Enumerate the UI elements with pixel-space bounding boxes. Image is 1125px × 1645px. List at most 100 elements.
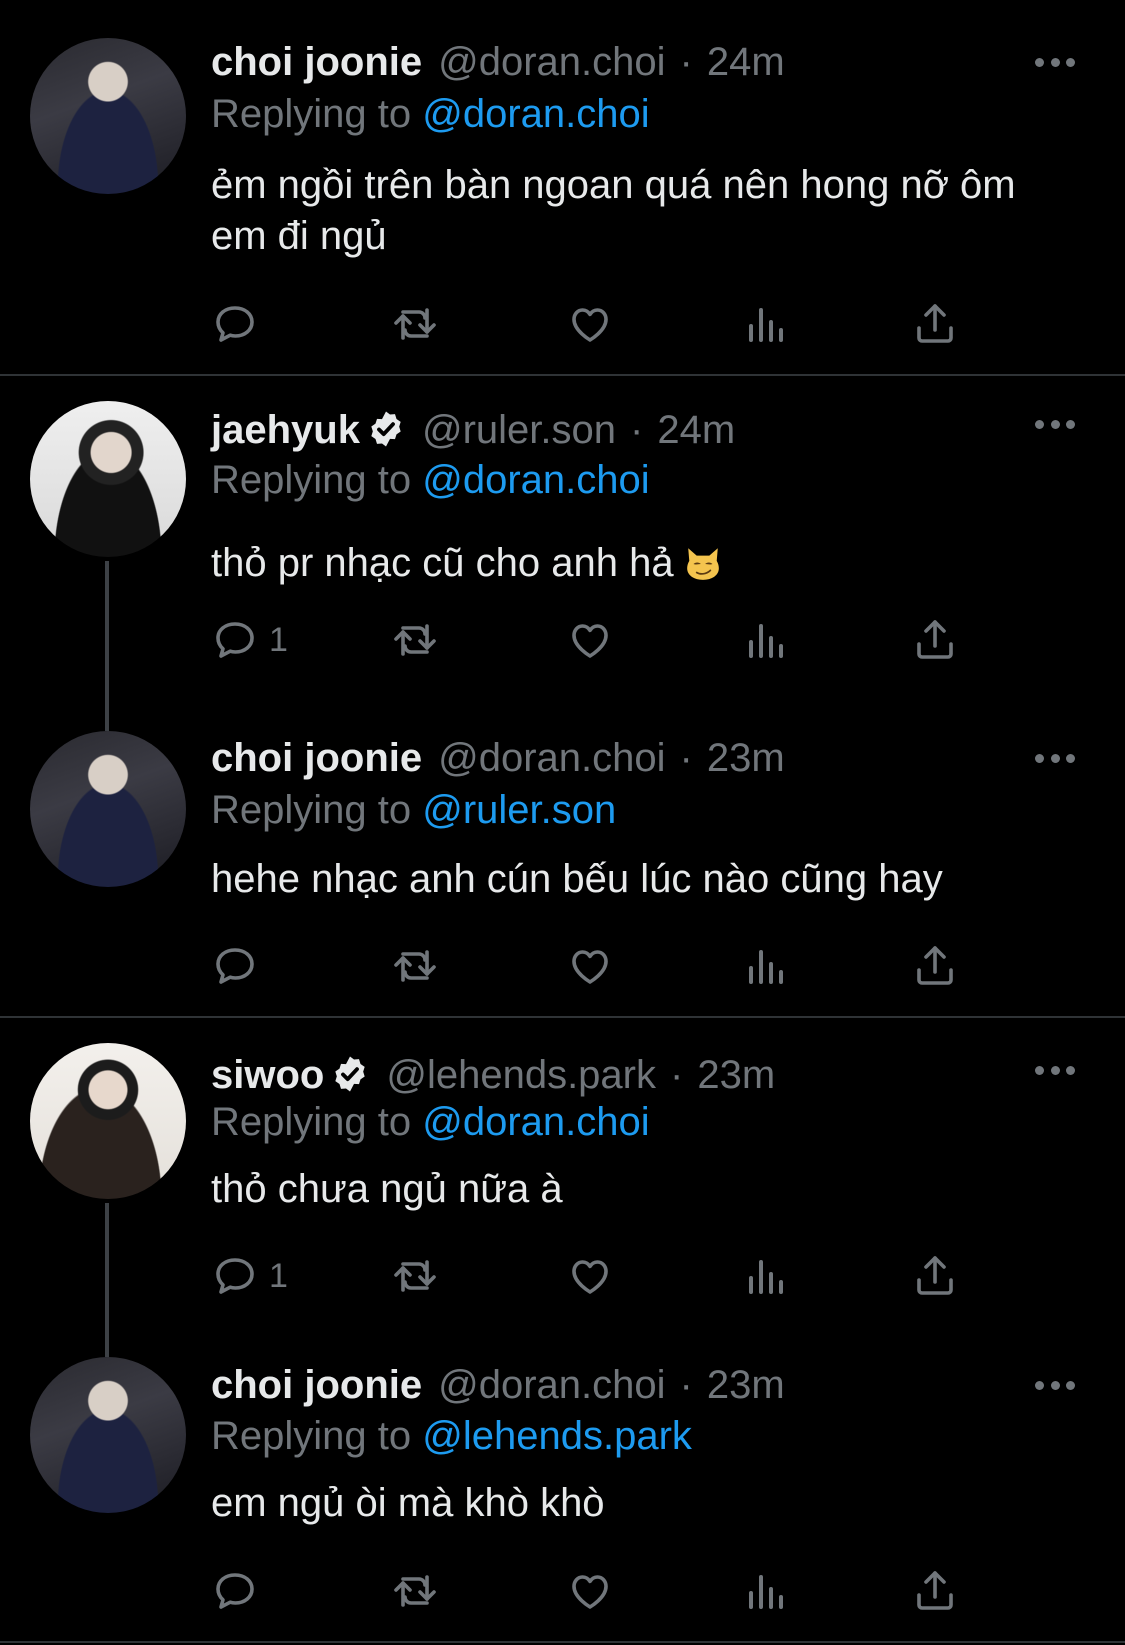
separator-dot: ·: [679, 40, 693, 84]
like-icon: [572, 308, 608, 342]
tweet[interactable]: siwoo @lehends.park · 23m Replying to @d…: [0, 1018, 1125, 1348]
views-button[interactable]: [741, 942, 789, 990]
avatar[interactable]: [30, 1357, 186, 1513]
timestamp[interactable]: 23m: [697, 1053, 775, 1098]
views-button[interactable]: [741, 1252, 789, 1300]
share-button[interactable]: [911, 616, 959, 664]
reply-mention-link[interactable]: @lehends.park: [422, 1414, 692, 1458]
retweet-icon: [394, 624, 436, 656]
more-icon[interactable]: [1035, 420, 1075, 434]
timestamp[interactable]: 24m: [707, 40, 785, 85]
replying-to: Replying to @doran.choi: [211, 1100, 650, 1145]
reply-mention-link[interactable]: @doran.choi: [422, 92, 649, 136]
share-button[interactable]: [911, 1567, 959, 1615]
avatar[interactable]: [30, 731, 186, 887]
thread-line: [105, 1203, 109, 1348]
views-button[interactable]: [741, 300, 789, 348]
tweet[interactable]: choi joonie @doran.choi · 23m Replying t…: [0, 1348, 1125, 1643]
timestamp[interactable]: 23m: [707, 1363, 785, 1408]
action-bar: [211, 942, 1011, 990]
tweet-text: hehe nhạc anh cún bếu lúc nào cũng hay: [211, 857, 943, 901]
views-icon: [749, 950, 783, 984]
more-icon[interactable]: [1035, 1066, 1075, 1080]
user-handle[interactable]: @lehends.park: [386, 1053, 656, 1098]
separator-dot: ·: [630, 408, 644, 452]
action-bar: 1: [211, 1252, 1011, 1300]
views-button[interactable]: [741, 1567, 789, 1615]
reply-button[interactable]: 1: [211, 1252, 288, 1300]
like-icon: [572, 1260, 608, 1294]
retweet-button[interactable]: [391, 616, 439, 664]
more-icon[interactable]: [1035, 1381, 1075, 1395]
share-icon: [917, 946, 953, 985]
like-icon: [572, 950, 608, 984]
tweet-text: em ngủ òi mà khò khò: [211, 1481, 605, 1525]
replying-to: Replying to @doran.choi: [211, 458, 650, 503]
replying-prefix: Replying to: [211, 1100, 412, 1144]
reply-button[interactable]: [211, 1567, 269, 1615]
like-icon: [572, 1575, 608, 1609]
tweet-text: thỏ chưa ngủ nữa à: [211, 1167, 563, 1211]
replying-to: Replying to @ruler.son: [211, 788, 616, 833]
display-name[interactable]: siwoo: [211, 1053, 324, 1098]
avatar[interactable]: [30, 401, 186, 557]
share-button[interactable]: [911, 300, 959, 348]
user-handle[interactable]: @doran.choi: [438, 736, 665, 781]
views-button[interactable]: [741, 616, 789, 664]
tweet-header: choi joonie @doran.choi · 23m: [211, 736, 785, 786]
display-name[interactable]: jaehyuk: [211, 408, 360, 453]
verified-badge-icon: [335, 1056, 366, 1092]
like-button[interactable]: [566, 300, 614, 348]
timestamp[interactable]: 23m: [707, 736, 785, 781]
display-name[interactable]: choi joonie: [211, 736, 422, 781]
tweet-header: siwoo @lehends.park · 23m: [211, 1048, 775, 1098]
tweet-text: ẻm ngồi trên bàn ngoan quá nên hong nỡ ô…: [211, 163, 1016, 258]
replying-prefix: Replying to: [211, 788, 412, 832]
reply-count: 1: [269, 1256, 288, 1295]
share-button[interactable]: [911, 1252, 959, 1300]
retweet-icon: [394, 1260, 436, 1292]
views-icon: [749, 1260, 783, 1294]
display-name[interactable]: choi joonie: [211, 1363, 422, 1408]
share-icon: [917, 620, 953, 659]
retweet-icon: [394, 308, 436, 340]
display-name[interactable]: choi joonie: [211, 40, 422, 85]
retweet-button[interactable]: [391, 942, 439, 990]
tweet[interactable]: choi joonie @doran.choi · 24m Replying t…: [0, 0, 1125, 370]
retweet-button[interactable]: [391, 300, 439, 348]
avatar[interactable]: [30, 38, 186, 194]
views-icon: [749, 624, 783, 658]
action-bar: 1: [211, 616, 1011, 664]
like-button[interactable]: [566, 942, 614, 990]
reply-button[interactable]: [211, 942, 269, 990]
avatar[interactable]: [30, 1043, 186, 1199]
tweet[interactable]: jaehyuk @ruler.son · 24m Replying to @do…: [0, 376, 1125, 706]
user-handle[interactable]: @ruler.son: [422, 408, 616, 453]
user-handle[interactable]: @doran.choi: [438, 40, 665, 85]
reply-icon: [216, 1573, 254, 1609]
retweet-button[interactable]: [391, 1567, 439, 1615]
more-icon[interactable]: [1035, 754, 1075, 768]
like-button[interactable]: [566, 1567, 614, 1615]
action-bar: [211, 1567, 1011, 1615]
user-handle[interactable]: @doran.choi: [438, 1363, 665, 1408]
timestamp[interactable]: 24m: [657, 408, 735, 453]
reply-mention-link[interactable]: @ruler.son: [422, 788, 616, 832]
more-icon[interactable]: [1035, 58, 1075, 72]
share-button[interactable]: [911, 942, 959, 990]
separator-dot: ·: [679, 1363, 693, 1407]
reply-mention-link[interactable]: @doran.choi: [422, 1100, 649, 1144]
views-icon: [749, 308, 783, 342]
like-button[interactable]: [566, 616, 614, 664]
share-icon: [917, 1256, 953, 1295]
tweet-header: choi joonie @doran.choi · 23m: [211, 1363, 785, 1413]
tweet-header: jaehyuk @ruler.son · 24m: [211, 403, 735, 453]
retweet-button[interactable]: [391, 1252, 439, 1300]
replying-prefix: Replying to: [211, 1414, 412, 1458]
reply-button[interactable]: 1: [211, 616, 288, 664]
tweet[interactable]: choi joonie @doran.choi · 23m Replying t…: [0, 706, 1125, 1016]
like-button[interactable]: [566, 1252, 614, 1300]
tweet-text-content: thỏ pr nhạc cũ cho anh hả: [211, 541, 674, 585]
reply-mention-link[interactable]: @doran.choi: [422, 458, 649, 502]
reply-button[interactable]: [211, 300, 269, 348]
